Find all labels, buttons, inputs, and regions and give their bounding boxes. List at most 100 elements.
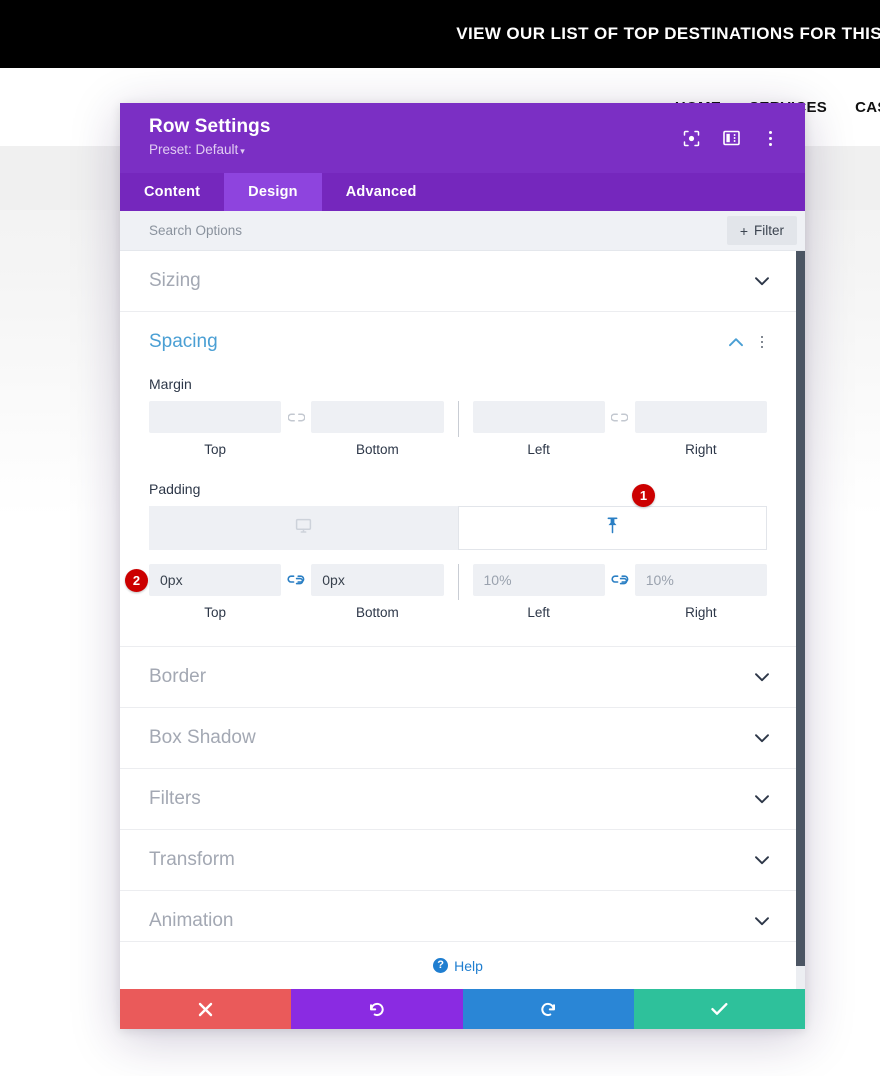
more-options-icon[interactable]: [761, 128, 779, 148]
padding-link-top-bottom-icon[interactable]: [281, 564, 311, 596]
section-spacing: Spacing Margin Top Bottom Left Right Pad…: [120, 312, 796, 647]
site-promo-banner-text: VIEW OUR LIST OF TOP DESTINATIONS FOR TH…: [456, 24, 880, 43]
section-filters: Filters: [120, 769, 796, 830]
modal-footer: [120, 989, 805, 1029]
redo-icon: [540, 1001, 557, 1018]
margin-bottom-input[interactable]: [311, 401, 444, 433]
page-root: VIEW OUR LIST OF TOP DESTINATIONS FOR TH…: [0, 0, 880, 1076]
padding-desktop-tab[interactable]: [149, 506, 458, 550]
padding-left-label: Left: [527, 605, 550, 620]
dot: [760, 345, 764, 349]
site-promo-banner: VIEW OUR LIST OF TOP DESTINATIONS FOR TH…: [0, 0, 880, 68]
chevron-down-icon: ▾: [240, 146, 245, 156]
padding-bottom-input[interactable]: [311, 564, 444, 596]
margin-link-left-right-icon[interactable]: [605, 401, 635, 433]
margin-right-label: Right: [685, 442, 717, 457]
section-header-sizing[interactable]: Sizing: [120, 251, 796, 311]
close-icon: [198, 1002, 213, 1017]
tab-design[interactable]: Design: [224, 173, 322, 211]
row-settings-modal: Row Settings Preset: Default ▾ Content D…: [120, 103, 805, 1029]
margin-right-input[interactable]: [634, 401, 767, 433]
cancel-button[interactable]: [120, 989, 292, 1029]
site-nav-item-case[interactable]: CASE: [855, 99, 880, 116]
chevron-down-icon[interactable]: [754, 791, 770, 807]
chevron-down-icon[interactable]: [754, 730, 770, 746]
section-header-transform[interactable]: Transform: [120, 830, 796, 890]
preset-label: Preset: Default: [149, 142, 239, 157]
pin-icon: [605, 517, 620, 539]
layout-panel-icon[interactable]: [721, 128, 741, 148]
check-icon: [711, 1002, 728, 1016]
modal-header: Row Settings Preset: Default ▾: [120, 103, 805, 173]
padding-responsive-tabs: 1: [149, 484, 767, 550]
padding-top-input[interactable]: [149, 564, 282, 596]
padding-horizontal-group: Left: [472, 564, 767, 620]
section-header-spacing[interactable]: Spacing: [120, 312, 796, 372]
scrollbar-track[interactable]: [796, 251, 805, 989]
section-border: Border: [120, 647, 796, 708]
section-header-border[interactable]: Border: [120, 647, 796, 707]
margin-top-input[interactable]: [149, 401, 282, 433]
chevron-down-icon[interactable]: [754, 273, 770, 289]
padding-vertical-group: Top: [149, 564, 444, 620]
margin-horizontal-group: Left Right: [472, 401, 767, 457]
section-title-spacing: Spacing: [149, 331, 218, 352]
chevron-down-icon[interactable]: [754, 913, 770, 929]
padding-left-input[interactable]: [472, 564, 605, 596]
margin-vertical-group: Top Bottom: [149, 401, 444, 457]
margin-link-top-bottom-icon[interactable]: [281, 401, 311, 433]
section-title-box-shadow: Box Shadow: [149, 727, 256, 748]
filter-button[interactable]: + Filter: [726, 216, 797, 245]
save-button[interactable]: [633, 989, 805, 1029]
section-title-sizing: Sizing: [149, 270, 201, 291]
undo-icon: [368, 1001, 385, 1018]
section-box-shadow: Box Shadow: [120, 708, 796, 769]
padding-top-label: Top: [204, 605, 227, 620]
settings-sections: Sizing Spacing Margin Top Bottom Left Ri…: [120, 251, 805, 952]
chevron-down-icon[interactable]: [754, 852, 770, 868]
margin-top-label: Top: [204, 442, 227, 457]
section-options-icon[interactable]: [754, 333, 770, 351]
modal-header-titles: Row Settings Preset: Default ▾: [149, 116, 681, 160]
scrollbar-thumb[interactable]: [796, 251, 805, 966]
tab-content[interactable]: Content: [120, 173, 224, 211]
redo-button[interactable]: [462, 989, 634, 1029]
callout-badge-2: 2: [125, 569, 148, 592]
section-transform: Transform: [120, 830, 796, 891]
padding-label: Padding: [149, 481, 201, 497]
dot: [760, 340, 764, 344]
dot: [768, 142, 772, 146]
section-title-animation: Animation: [149, 910, 234, 931]
padding-divider: [457, 564, 459, 600]
margin-fields-row: Top Bottom Left Right: [149, 401, 767, 457]
padding-right-field: Right: [634, 564, 767, 620]
padding-link-left-right-icon[interactable]: [605, 564, 635, 596]
tab-advanced[interactable]: Advanced: [322, 173, 441, 211]
margin-bottom-field: Bottom: [311, 401, 444, 457]
padding-right-label: Right: [685, 605, 717, 620]
section-title-transform: Transform: [149, 849, 235, 870]
help-label: Help: [454, 957, 483, 974]
chevron-down-icon[interactable]: [754, 669, 770, 685]
section-sizing: Sizing: [120, 251, 796, 312]
undo-button[interactable]: [291, 989, 463, 1029]
help-link[interactable]: ? Help: [120, 941, 796, 989]
preset-selector[interactable]: Preset: Default ▾: [149, 141, 681, 160]
padding-bottom-field: Bottom: [311, 564, 444, 620]
dot: [768, 130, 772, 134]
margin-top-field: Top: [149, 401, 282, 457]
margin-left-input[interactable]: [472, 401, 605, 433]
padding-pin-tab[interactable]: [458, 506, 767, 550]
filter-button-label: Filter: [754, 223, 784, 238]
padding-right-input[interactable]: [634, 564, 767, 596]
margin-bottom-label: Bottom: [355, 442, 399, 457]
callout-badge-1: 1: [632, 484, 655, 507]
section-title-border: Border: [149, 666, 207, 687]
section-header-filters[interactable]: Filters: [120, 769, 796, 829]
section-header-box-shadow[interactable]: Box Shadow: [120, 708, 796, 768]
focus-icon[interactable]: [681, 128, 701, 148]
margin-left-label: Left: [527, 442, 550, 457]
section-title-filters: Filters: [149, 788, 201, 809]
chevron-up-icon[interactable]: [728, 334, 744, 350]
search-input[interactable]: [149, 223, 727, 238]
